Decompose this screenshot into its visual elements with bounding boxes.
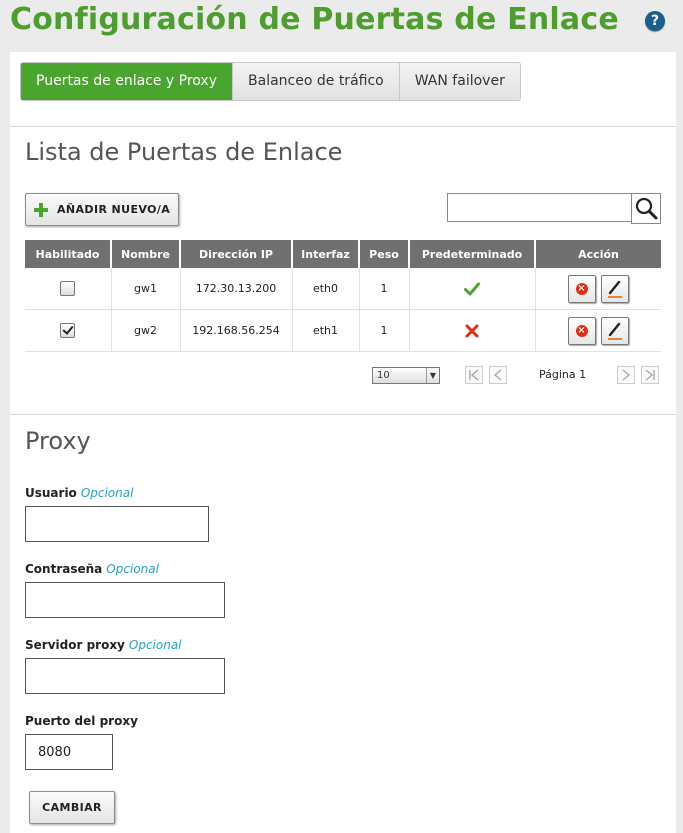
column-header-action: Acción <box>535 240 661 268</box>
edit-button[interactable] <box>601 316 629 345</box>
password-label: Contraseña Opcional <box>25 562 159 576</box>
page-size-select[interactable]: 10 ▼ <box>372 367 440 384</box>
weight-cell: 1 <box>359 309 410 352</box>
gateway-table: Habilitado Nombre Dirección IP Interfaz … <box>25 240 661 352</box>
optional-tag: Opcional <box>106 562 159 576</box>
delete-button[interactable]: × <box>567 316 596 345</box>
password-field[interactable] <box>25 582 225 618</box>
help-icon[interactable]: ? <box>645 11 665 31</box>
first-page-button[interactable] <box>465 366 483 384</box>
enabled-checkbox[interactable] <box>60 323 76 338</box>
delete-icon: × <box>575 282 588 295</box>
column-header-interface[interactable]: Interfaz <box>292 240 360 268</box>
table-header-row: Habilitado Nombre Dirección IP Interfaz … <box>25 240 661 268</box>
page-label: Página 1 <box>539 368 587 381</box>
column-header-default[interactable]: Predeterminado <box>409 240 536 268</box>
first-page-icon <box>469 369 479 381</box>
port-label: Puerto del proxy <box>25 714 138 728</box>
next-page-button[interactable] <box>617 366 635 384</box>
tab-traffic-balancing[interactable]: Balanceo de tráfico <box>232 63 399 100</box>
delete-button[interactable]: × <box>567 274 596 303</box>
search-icon <box>635 197 658 220</box>
check-icon <box>464 282 480 295</box>
action-cell: × <box>535 268 661 310</box>
plus-icon <box>34 202 48 217</box>
enabled-cell <box>25 309 112 352</box>
proxy-server-field[interactable] <box>25 658 225 694</box>
page-size-value: 10 <box>377 370 390 381</box>
pencil-icon <box>608 280 622 298</box>
main-panel: Puertas de enlace y Proxy Balanceo de tr… <box>10 52 676 833</box>
divider <box>10 126 676 127</box>
weight-cell: 1 <box>359 268 410 310</box>
user-field[interactable] <box>25 506 209 542</box>
pencil-icon <box>608 322 622 340</box>
tab-gateways-proxy[interactable]: Puertas de enlace y Proxy <box>21 63 233 100</box>
column-header-ip[interactable]: Dirección IP <box>180 240 293 268</box>
table-row: gw2 192.168.56.254 eth1 1 × <box>25 309 661 352</box>
name-cell: gw2 <box>111 309 181 352</box>
last-page-icon <box>645 369 655 381</box>
chevron-left-icon <box>493 369 502 381</box>
change-label: CAMBIAR <box>42 801 102 814</box>
table-row: gw1 172.30.13.200 eth0 1 × <box>25 268 661 310</box>
ip-cell: 172.30.13.200 <box>180 268 293 310</box>
chevron-right-icon <box>622 369 631 381</box>
default-cell <box>409 309 536 352</box>
chevron-down-icon: ▼ <box>426 368 439 383</box>
optional-tag: Opcional <box>80 486 134 500</box>
change-button[interactable]: CAMBIAR <box>29 791 115 824</box>
action-cell: × <box>535 309 661 352</box>
tab-bar: Puertas de enlace y Proxy Balanceo de tr… <box>20 62 521 101</box>
gateway-list-title: Lista de Puertas de Enlace <box>25 138 343 166</box>
column-header-enabled[interactable]: Habilitado <box>25 240 112 268</box>
interface-cell: eth1 <box>292 309 360 352</box>
proxy-port-field[interactable] <box>25 734 113 770</box>
name-cell: gw1 <box>111 268 181 310</box>
last-page-button[interactable] <box>641 366 659 384</box>
enabled-checkbox[interactable] <box>60 281 76 296</box>
ip-cell: 192.168.56.254 <box>180 309 293 352</box>
column-header-name[interactable]: Nombre <box>111 240 181 268</box>
proxy-title: Proxy <box>25 427 91 455</box>
prev-page-button[interactable] <box>489 366 507 384</box>
tab-wan-failover[interactable]: WAN failover <box>398 63 520 100</box>
delete-icon: × <box>575 324 588 337</box>
cross-icon <box>465 324 479 337</box>
add-new-button[interactable]: AÑADIR NUEVO/A <box>25 193 179 226</box>
search-button[interactable] <box>631 193 661 224</box>
optional-tag: Opcional <box>128 638 182 652</box>
search-input[interactable] <box>447 193 632 222</box>
enabled-cell <box>25 268 112 310</box>
interface-cell: eth0 <box>292 268 360 310</box>
page-title: Configuración de Puertas de Enlace <box>10 2 619 37</box>
default-cell <box>409 268 536 310</box>
add-new-label: AÑADIR NUEVO/A <box>57 203 171 216</box>
server-label: Servidor proxy Opcional <box>25 638 182 652</box>
divider <box>10 414 676 415</box>
user-label: Usuario Opcional <box>25 486 134 500</box>
column-header-weight[interactable]: Peso <box>359 240 410 268</box>
edit-button[interactable] <box>601 274 629 303</box>
